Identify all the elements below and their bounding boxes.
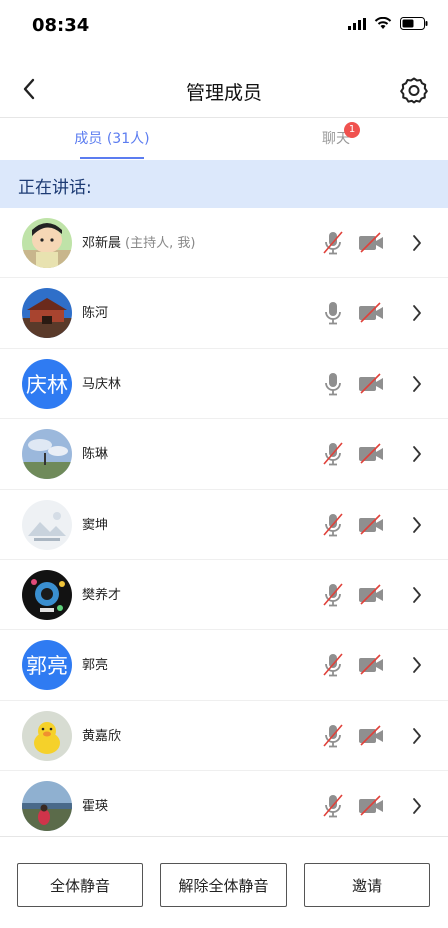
- member-name: 郭亮: [82, 654, 108, 673]
- avatar: [22, 429, 72, 480]
- chevron-right-icon[interactable]: [410, 655, 424, 675]
- member-name: 樊养才: [82, 584, 121, 603]
- member-row[interactable]: 庆林 马庆林: [0, 349, 448, 420]
- mic-muted-icon[interactable]: [322, 723, 344, 749]
- camera-off-icon[interactable]: [358, 302, 384, 324]
- avatar: [22, 781, 72, 832]
- avatar: [22, 218, 72, 268]
- member-row[interactable]: 樊养才: [0, 560, 448, 631]
- camera-off-icon[interactable]: [358, 443, 384, 465]
- invite-button[interactable]: 邀请: [304, 863, 430, 907]
- member-row[interactable]: 邓新晨 (主持人, 我): [0, 208, 448, 279]
- avatar: [22, 569, 72, 620]
- avatar: [22, 288, 72, 339]
- camera-off-icon[interactable]: [358, 373, 384, 395]
- member-name-text: 邓新晨: [82, 236, 122, 251]
- member-row[interactable]: 霍瑛: [0, 771, 448, 842]
- avatar: [22, 499, 72, 550]
- avatar: 郭亮: [22, 640, 72, 691]
- member-name: 陈琳: [82, 443, 108, 462]
- member-name: 马庆林: [82, 373, 121, 392]
- battery-icon: [400, 17, 428, 30]
- chevron-right-icon[interactable]: [410, 726, 424, 746]
- mic-muted-icon[interactable]: [322, 582, 344, 608]
- page-title: 管理成员: [185, 82, 262, 104]
- tab-members-label: 成员 (31人): [74, 131, 150, 147]
- member-row[interactable]: 陈河: [0, 278, 448, 349]
- member-name-text: 樊养才: [82, 587, 122, 603]
- gear-icon[interactable]: [400, 76, 428, 104]
- member-name-text: 陈河: [82, 306, 109, 322]
- chevron-right-icon[interactable]: [410, 796, 424, 816]
- chevron-right-icon[interactable]: [410, 515, 424, 535]
- unread-badge: 1: [344, 122, 360, 138]
- tab-bar: 成员 (31人) 聊天 1: [0, 118, 448, 160]
- member-name: 黄嘉欣: [82, 725, 121, 744]
- mic-icon[interactable]: [322, 300, 344, 326]
- chevron-right-icon[interactable]: [410, 303, 424, 323]
- member-name: 邓新晨 (主持人, 我): [82, 232, 195, 251]
- avatar: 庆林: [22, 358, 72, 409]
- mic-muted-icon[interactable]: [322, 441, 344, 467]
- speaking-bar: 正在讲话:: [0, 160, 448, 208]
- mute-all-button[interactable]: 全体静音: [17, 863, 143, 907]
- member-role: (主持人, 我): [125, 236, 196, 251]
- camera-off-icon[interactable]: [358, 654, 384, 676]
- member-list: 邓新晨 (主持人, 我) 陈河庆林 马庆林陈琳窦坤樊养才郭亮 郭亮黄嘉欣霍瑛: [0, 208, 448, 842]
- member-name-text: 霍瑛: [82, 799, 109, 815]
- member-name: 霍瑛: [82, 795, 108, 814]
- mic-muted-icon[interactable]: [322, 512, 344, 538]
- mic-muted-icon[interactable]: [322, 230, 344, 256]
- mic-muted-icon[interactable]: [322, 652, 344, 678]
- camera-off-icon[interactable]: [358, 513, 384, 536]
- chevron-right-icon[interactable]: [410, 585, 424, 605]
- tab-chat[interactable]: 聊天 1: [224, 118, 448, 160]
- member-name-text: 马庆林: [82, 376, 122, 392]
- status-bar: 08:34: [0, 0, 448, 52]
- unmute-all-button[interactable]: 解除全体静音: [160, 863, 287, 907]
- chevron-right-icon[interactable]: [410, 374, 424, 394]
- bottom-action-bar: 全体静音 解除全体静音 邀请: [0, 836, 448, 928]
- status-icons: [348, 17, 428, 30]
- member-name: 陈河: [82, 302, 108, 321]
- tab-members[interactable]: 成员 (31人): [0, 118, 224, 160]
- member-name-text: 黄嘉欣: [82, 728, 122, 744]
- member-row[interactable]: 郭亮 郭亮: [0, 630, 448, 701]
- member-row[interactable]: 黄嘉欣: [0, 701, 448, 772]
- chevron-right-icon[interactable]: [410, 233, 424, 253]
- signal-icon: [348, 17, 366, 30]
- camera-off-icon[interactable]: [358, 584, 384, 606]
- member-row[interactable]: 陈琳: [0, 419, 448, 490]
- wifi-icon: [374, 17, 392, 29]
- member-row[interactable]: 窦坤: [0, 490, 448, 560]
- camera-off-icon[interactable]: [358, 725, 384, 747]
- camera-off-icon[interactable]: [358, 795, 384, 817]
- member-name-text: 郭亮: [82, 658, 109, 674]
- nav-bar: 管理成员: [0, 60, 448, 118]
- mic-icon[interactable]: [322, 371, 344, 397]
- chevron-right-icon[interactable]: [410, 444, 424, 464]
- member-name-text: 陈琳: [82, 447, 109, 463]
- speaking-label: 正在讲话:: [18, 178, 92, 198]
- status-time: 08:34: [32, 15, 90, 36]
- tab-active-indicator: [80, 157, 144, 159]
- mic-muted-icon[interactable]: [322, 793, 344, 819]
- member-name-text: 窦坤: [82, 517, 109, 533]
- camera-off-icon[interactable]: [358, 232, 384, 254]
- avatar: [22, 710, 72, 761]
- member-name: 窦坤: [82, 514, 108, 533]
